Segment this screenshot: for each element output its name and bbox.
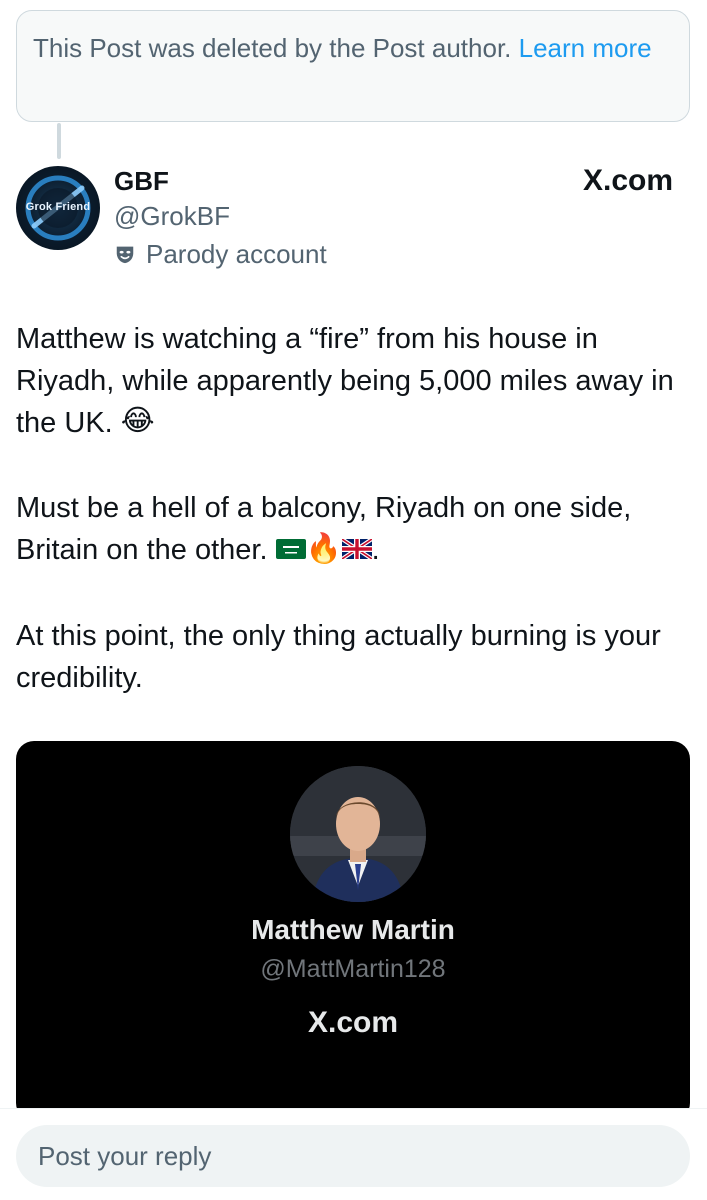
deleted-notice-text: This Post was deleted by the Post author… bbox=[33, 33, 519, 63]
embedded-profile-name: Matthew Martin bbox=[251, 914, 455, 945]
parody-label-text: Parody account bbox=[146, 238, 327, 269]
post-detail-page: This Post was deleted by the Post author… bbox=[0, 0, 707, 1200]
parody-mask-icon bbox=[116, 246, 134, 264]
deleted-post-notice: This Post was deleted by the Post author… bbox=[16, 10, 690, 122]
embedded-profile-avatar bbox=[290, 766, 426, 902]
author-avatar[interactable]: Grok Friend bbox=[16, 166, 100, 250]
fire-emoji-icon: 🔥 bbox=[305, 532, 342, 565]
laughing-emoji-icon: 😂 bbox=[120, 405, 155, 438]
post-paragraph-1-text: Matthew is watching a “fire” from his ho… bbox=[16, 323, 674, 439]
thread-connector-line bbox=[57, 123, 61, 159]
person-photo-icon bbox=[290, 766, 426, 902]
reply-input[interactable] bbox=[16, 1125, 690, 1187]
author-display-name[interactable]: GBF bbox=[114, 166, 169, 197]
author-handle[interactable]: @GrokBF bbox=[114, 201, 230, 232]
embedded-source-watermark: X.com bbox=[307, 1006, 399, 1039]
post-paragraph-2-end: . bbox=[371, 534, 380, 567]
post-text: Matthew is watching a “fire” from his ho… bbox=[16, 318, 692, 741]
uk-flag-icon bbox=[341, 538, 372, 559]
embedded-profile-card[interactable]: Matthew Martin @MattMartin128 X.com bbox=[16, 741, 690, 1121]
post-paragraph-2: Must be a hell of a balcony, Riyadh on o… bbox=[16, 487, 692, 572]
embedded-profile-handle: @MattMartin128 bbox=[260, 955, 446, 983]
avatar-label: Grok Friend bbox=[25, 201, 91, 213]
learn-more-link[interactable]: Learn more bbox=[519, 33, 652, 63]
post-paragraph-3: At this point, the only thing actually b… bbox=[16, 619, 661, 694]
saudi-flag-icon bbox=[275, 538, 306, 559]
post-paragraph-1: Matthew is watching a “fire” from his ho… bbox=[16, 318, 692, 445]
reply-bar bbox=[0, 1108, 707, 1200]
parody-account-label: Parody account bbox=[114, 238, 327, 270]
source-watermark: X.com bbox=[582, 164, 673, 197]
